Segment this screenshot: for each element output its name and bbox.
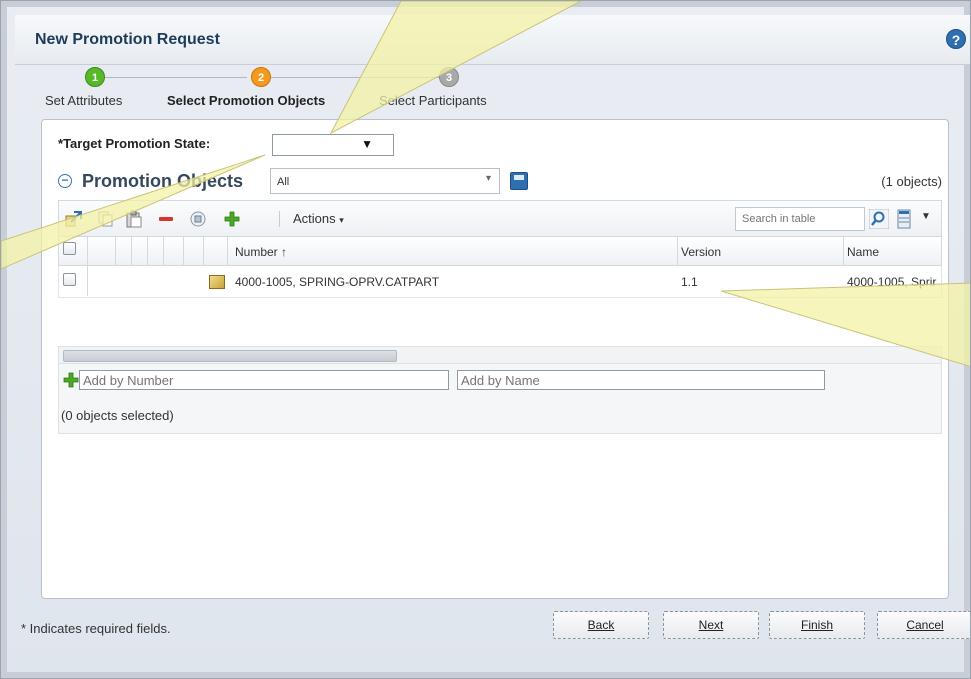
help-icon[interactable]: ?	[946, 29, 966, 49]
header-divider	[87, 237, 88, 265]
row-number[interactable]: 4000-1005, SPRING-OPRV.CATPART	[235, 275, 439, 289]
header-divider	[147, 237, 148, 265]
table-toolbar: Actions ▾ ▼	[58, 200, 942, 236]
add-by-number-input[interactable]	[79, 370, 449, 390]
header-divider	[115, 237, 116, 265]
table-header: Number ↑ Version Name	[58, 236, 942, 266]
row-divider	[87, 266, 88, 296]
header-divider	[227, 237, 228, 265]
horizontal-scrollbar[interactable]	[58, 346, 942, 364]
next-button[interactable]: Next	[663, 611, 759, 639]
table-view-select[interactable]: All ▾	[270, 168, 500, 194]
step-2-icon: 2	[251, 67, 271, 87]
select-all-checkbox[interactable]	[63, 242, 76, 255]
add-by-name-input[interactable]	[457, 370, 825, 390]
columns-dropdown-icon[interactable]: ▼	[921, 211, 931, 222]
step-connector	[269, 77, 441, 78]
section-title: Promotion Objects	[82, 171, 244, 191]
columns-icon[interactable]	[897, 209, 911, 229]
step-2-label: Select Promotion Objects	[167, 93, 326, 108]
column-header-version[interactable]: Version	[681, 245, 721, 259]
table-row[interactable]: 4000-1005, SPRING-OPRV.CATPART 1.1 4000-…	[58, 266, 942, 298]
required-fields-note: * Indicates required fields.	[21, 621, 171, 636]
target-state-label-text: Target Promotion State:	[63, 136, 211, 151]
column-header-number-text: Number	[235, 245, 278, 259]
window-title: New Promotion Request	[35, 31, 220, 48]
collapse-icon[interactable]: −	[58, 174, 72, 188]
view-dropdown-arrow-icon: ▾	[485, 173, 491, 184]
actions-label: Actions	[293, 211, 336, 226]
step-3-icon: 3	[439, 67, 459, 87]
step-3-label[interactable]: Select Participants	[379, 93, 487, 108]
content-panel: *Target Promotion State: ▼ − Promotion O…	[41, 119, 949, 599]
add-by-number-icon[interactable]	[63, 372, 79, 388]
header-divider	[677, 237, 678, 265]
header-divider	[843, 237, 844, 265]
row-version: 1.1	[681, 275, 698, 289]
paste-icon[interactable]	[125, 210, 143, 228]
row-name: 4000-1005, Sprir	[847, 275, 937, 289]
title-bar: New Promotion Request ?	[15, 15, 970, 65]
header-divider	[203, 237, 204, 265]
search-in-table-input[interactable]	[735, 207, 865, 231]
object-count: (1 objects)	[881, 174, 942, 189]
wizard-steps: 1 2 3 Set Attributes Select Promotion Ob…	[15, 65, 970, 117]
actions-menu[interactable]: Actions ▾	[293, 211, 344, 226]
save-view-icon[interactable]	[510, 172, 528, 190]
header-divider	[183, 237, 184, 265]
cancel-button[interactable]: Cancel	[877, 611, 970, 639]
step-1-label[interactable]: Set Attributes	[45, 93, 122, 108]
column-header-name[interactable]: Name	[847, 245, 879, 259]
row-checkbox[interactable]	[63, 273, 76, 286]
column-header-number[interactable]: Number ↑	[235, 245, 287, 259]
finish-button[interactable]: Finish	[769, 611, 865, 639]
view-icon[interactable]	[189, 210, 207, 228]
scrollbar-thumb[interactable]	[63, 350, 397, 362]
dropdown-arrow-icon: ▼	[361, 137, 373, 151]
header-divider	[131, 237, 132, 265]
promotion-request-window: New Promotion Request ? 1 2 3 Set Attrib…	[0, 0, 971, 679]
copy-icon[interactable]	[97, 210, 115, 228]
target-state-label: *Target Promotion State:	[58, 136, 210, 151]
toolbar-separator	[279, 211, 280, 227]
step-1-icon: 1	[85, 67, 105, 87]
actions-dropdown-icon: ▾	[339, 215, 344, 225]
header-divider	[163, 237, 164, 265]
add-objects-bar: (0 objects selected)	[58, 364, 942, 434]
back-button[interactable]: Back	[553, 611, 649, 639]
add-icon[interactable]	[223, 210, 241, 228]
promotion-objects-header: − Promotion Objects All ▾ (1 objects)	[58, 168, 942, 196]
table-view-value: All	[277, 176, 290, 188]
target-state-select[interactable]: ▼	[272, 134, 394, 156]
selected-count: (0 objects selected)	[61, 408, 174, 423]
search-icon[interactable]	[869, 209, 889, 229]
insert-icon[interactable]	[65, 210, 83, 228]
step-connector	[93, 77, 247, 78]
sort-ascending-icon: ↑	[281, 245, 288, 259]
remove-icon[interactable]	[157, 210, 175, 228]
cad-part-icon	[209, 275, 225, 289]
